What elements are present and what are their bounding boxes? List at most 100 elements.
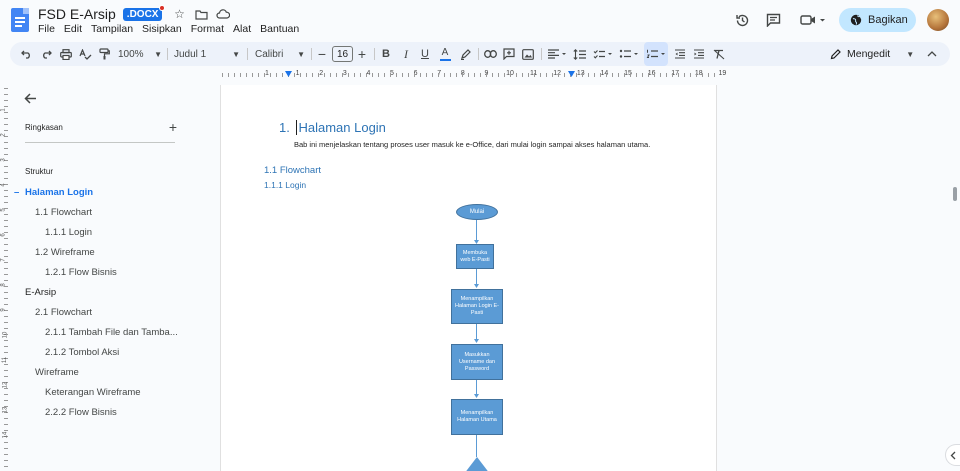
zoom-select[interactable]: 100% ▼ (118, 42, 162, 66)
outline-item[interactable]: 2.2.2 Flow Bisnis (45, 407, 117, 418)
outline-item[interactable]: 1.2.1 Flow Bisnis (45, 267, 117, 278)
decrease-indent-icon[interactable] (672, 42, 688, 66)
ruler-number: 4 (366, 70, 371, 77)
insert-image-icon[interactable] (520, 42, 536, 66)
add-comment-icon[interactable] (501, 42, 517, 66)
increase-font-size-icon[interactable]: + (355, 42, 369, 66)
ruler-tick (282, 73, 283, 77)
chevron-down-icon: ▼ (906, 49, 915, 59)
avatar[interactable] (927, 9, 949, 31)
hide-menus-icon[interactable] (924, 42, 940, 66)
outline-item[interactable]: 1.2 Wireframe (35, 247, 95, 258)
menu-edit[interactable]: Edit (64, 23, 82, 35)
clear-formatting-icon[interactable] (711, 42, 727, 66)
outline-item[interactable]: 2.1 Flowchart (35, 307, 92, 318)
flow-arrow (474, 284, 479, 288)
toolbar-divider (541, 48, 542, 60)
line-spacing-icon[interactable] (571, 42, 587, 66)
back-arrow-icon[interactable] (24, 91, 37, 108)
outline-item[interactable]: E-Arsip (25, 287, 56, 298)
chevron-down-icon: ▼ (154, 49, 162, 59)
ruler-tick (4, 280, 8, 281)
ruler-number: 10 (2, 331, 9, 339)
editing-mode-select[interactable]: Mengedit ▼ (830, 42, 914, 66)
meet-icon[interactable] (799, 11, 827, 29)
ruler-tick (4, 196, 8, 197)
bold-button[interactable]: B (378, 42, 394, 66)
outline-item[interactable]: Keterangan Wireframe (45, 387, 141, 398)
document-page[interactable]: 1. Halaman Login Bab ini menjelaskan ten… (220, 85, 717, 471)
menu-format[interactable]: Format (191, 23, 224, 35)
text-color-icon[interactable]: A (437, 42, 453, 66)
ruler-number: 14 (600, 70, 609, 77)
ruler-tick (378, 73, 379, 77)
checklist-icon[interactable] (591, 42, 615, 66)
italic-button[interactable]: I (398, 42, 414, 66)
ruler-tick (330, 73, 331, 77)
ruler-tick (4, 268, 8, 269)
version-history-icon[interactable] (733, 11, 751, 29)
ruler-tick (234, 73, 235, 77)
ruler-tick (4, 250, 8, 251)
scrollbar-thumb[interactable] (953, 187, 957, 201)
ruler-tick (4, 202, 8, 203)
ruler-tick (558, 73, 559, 77)
zoom-value: 100% (118, 48, 144, 60)
menu-view[interactable]: Tampilan (91, 23, 133, 35)
add-summary-icon[interactable]: + (169, 120, 177, 134)
style-select[interactable]: Judul 1 ▼ (174, 42, 240, 66)
menu-tools[interactable]: Alat (233, 23, 251, 35)
underline-button[interactable]: U (417, 42, 433, 66)
numbered-list-icon[interactable] (644, 42, 668, 66)
highlight-icon[interactable] (457, 42, 473, 66)
outline-item[interactable]: 1.1.1 Login (45, 227, 92, 238)
horizontal-ruler[interactable]: 112345678910111213141516171819 (220, 69, 726, 81)
comments-icon[interactable] (764, 11, 782, 29)
ruler-tick (4, 370, 8, 371)
menu-bar: File Edit Tampilan Sisipkan Format Alat … (38, 23, 308, 35)
outline-item[interactable]: 2.1.2 Tombol Aksi (45, 347, 119, 358)
star-icon[interactable]: ☆ (172, 7, 186, 21)
menu-file[interactable]: File (38, 23, 55, 35)
ruler-tick (4, 394, 8, 395)
bulleted-list-icon[interactable] (617, 42, 641, 66)
ruler-tick (4, 448, 8, 449)
outline-item[interactable]: Halaman Login (14, 187, 93, 198)
ruler-tick (450, 73, 451, 77)
side-panel-toggle-icon[interactable] (945, 444, 960, 466)
undo-icon[interactable] (18, 42, 34, 66)
ruler-tick (4, 190, 8, 191)
menu-help[interactable]: Bantuan (260, 23, 299, 35)
toolbar-divider (374, 48, 375, 60)
move-folder-icon[interactable] (194, 7, 208, 21)
print-icon[interactable] (58, 42, 74, 66)
ruler-tick (366, 73, 367, 77)
spellcheck-icon[interactable] (77, 42, 93, 66)
decrease-font-size-icon[interactable]: − (315, 42, 329, 66)
ruler-tick (462, 73, 463, 77)
font-size-input[interactable]: 16 (332, 46, 353, 62)
left-indent-marker[interactable] (285, 71, 292, 77)
menu-insert[interactable]: Sisipkan (142, 23, 182, 35)
ruler-tick (552, 73, 553, 77)
ruler-tick (4, 418, 8, 419)
outline-item[interactable]: 2.1.1 Tambah File dan Tamba... (45, 327, 178, 338)
summary-label: Ringkasan (25, 122, 63, 132)
flowchart-diagram[interactable]: Mulai Membuka web E-Pasti Menampilkan Ha… (221, 85, 718, 471)
ruler-tick (4, 256, 8, 257)
link-icon[interactable] (482, 42, 498, 66)
cloud-status-icon[interactable] (216, 7, 231, 21)
paint-format-icon[interactable] (96, 42, 112, 66)
docs-logo-icon[interactable] (11, 8, 29, 32)
increase-indent-icon[interactable] (691, 42, 707, 66)
align-icon[interactable] (545, 42, 569, 66)
document-title[interactable]: FSD E-Arsip (38, 6, 116, 22)
outline-item[interactable]: Wireframe (35, 367, 79, 378)
style-value: Judul 1 (174, 48, 207, 60)
share-button[interactable]: Bagikan (839, 8, 916, 32)
vertical-ruler[interactable]: 1 2 3 4 5 6 7 8 9 10 11 12 13 14 (1, 85, 10, 471)
outline-item[interactable]: 1.1 Flowchart (35, 207, 92, 218)
redo-icon[interactable] (38, 42, 54, 66)
font-select[interactable]: Calibri ▼ (255, 42, 305, 66)
flow-step: Masukkan Username dan Password (451, 344, 503, 380)
